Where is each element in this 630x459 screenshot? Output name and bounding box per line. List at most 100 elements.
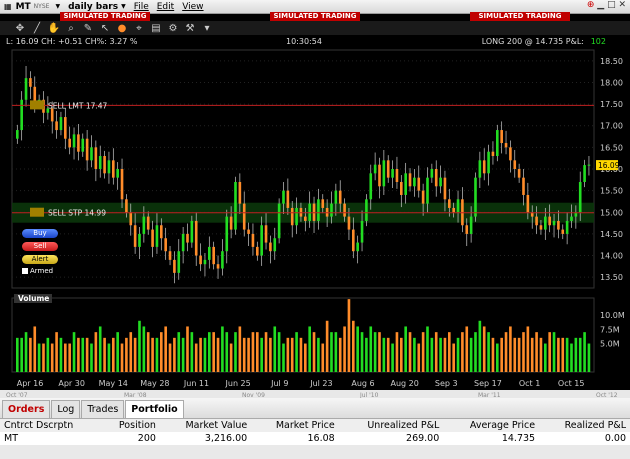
- candle-body: [487, 151, 490, 174]
- candle-body: [408, 173, 412, 187]
- candle-body: [16, 130, 19, 139]
- candle-body: [434, 169, 438, 187]
- column-header[interactable]: Market Value: [159, 419, 252, 432]
- candle-body: [286, 190, 290, 208]
- volume-bar: [16, 337, 19, 372]
- candle-body: [478, 160, 482, 178]
- volume-bar: [426, 326, 429, 372]
- volume-bar: [496, 343, 499, 372]
- volume-bar: [456, 337, 460, 372]
- candle-body: [378, 164, 381, 187]
- volume-bar: [548, 332, 551, 372]
- volume-bar: [517, 337, 521, 372]
- candle-body: [221, 251, 224, 269]
- column-header[interactable]: Cntrct Dscrptn: [0, 419, 102, 432]
- volume-bar: [487, 332, 490, 372]
- volume-bar: [382, 337, 386, 372]
- volume-bar: [164, 326, 167, 372]
- volume-bar: [347, 299, 351, 372]
- candle-body: [290, 207, 294, 226]
- candle-body: [548, 216, 551, 226]
- volume-bar: [321, 343, 325, 372]
- volume-bar: [120, 343, 124, 372]
- volume-bar: [404, 326, 407, 372]
- candle-body: [504, 143, 508, 148]
- candle-body: [360, 220, 364, 243]
- candle-body: [133, 225, 137, 247]
- volume-bar: [129, 332, 133, 372]
- volume-bar: [225, 332, 229, 372]
- candle-body: [173, 259, 176, 273]
- volume-bar: [160, 332, 163, 372]
- candle-body: [59, 117, 63, 131]
- tab-log[interactable]: Log: [51, 400, 81, 418]
- column-header[interactable]: Realized P&L: [539, 419, 630, 432]
- volume-bar: [308, 326, 311, 372]
- column-header[interactable]: Unrealized P&L: [338, 419, 444, 432]
- column-header[interactable]: Average Price: [443, 419, 540, 432]
- volume-bar: [365, 337, 368, 372]
- armed-label: Armed: [30, 267, 54, 275]
- volume-bar: [565, 337, 569, 372]
- volume-bar: [72, 332, 76, 372]
- volume-bar: [168, 343, 172, 372]
- volume-bar: [286, 337, 290, 372]
- candle-body: [24, 78, 28, 100]
- volume-bar: [107, 343, 111, 372]
- order-label: SELL LMT 17.47: [48, 101, 108, 110]
- candle-body: [352, 229, 355, 252]
- volume-bar: [448, 332, 451, 372]
- x-axis-label: Aug 6: [351, 379, 374, 388]
- price-tick-label: 16.50: [600, 143, 623, 152]
- volume-bar: [77, 337, 80, 372]
- table-cell: MT: [0, 432, 102, 445]
- volume-bar: [513, 337, 517, 372]
- price-chart[interactable]: 18.5018.0017.5017.0016.5016.0015.5015.00…: [0, 0, 630, 398]
- sell-button[interactable]: Sell: [22, 242, 58, 251]
- candle-body: [544, 216, 547, 230]
- candle-body: [251, 233, 255, 247]
- volume-bar: [434, 332, 438, 372]
- candle-body: [164, 238, 167, 252]
- volume-bar: [273, 326, 277, 372]
- price-tick-label: 15.00: [600, 208, 623, 217]
- alert-button[interactable]: Alert: [22, 255, 58, 264]
- volume-bar: [461, 332, 464, 372]
- candle-body: [452, 207, 455, 213]
- candle-body: [225, 216, 229, 252]
- overview-strip: [0, 390, 630, 398]
- armed-toggle[interactable]: Armed: [22, 267, 53, 275]
- volume-bar: [155, 337, 159, 372]
- candle-body: [151, 229, 154, 247]
- volume-bar: [64, 343, 67, 372]
- column-header[interactable]: Market Price: [251, 419, 339, 432]
- volume-bar: [413, 337, 416, 372]
- volume-bar: [142, 326, 146, 372]
- candle-body: [587, 164, 591, 166]
- volume-bar: [465, 326, 469, 372]
- candle-body: [304, 216, 307, 221]
- candle-body: [343, 203, 346, 217]
- price-tick-label: 18.50: [600, 57, 623, 66]
- table-row[interactable]: MT 200 3,216.00 16.08 269.00 14.735 0.00: [0, 432, 630, 445]
- volume-bar: [509, 326, 512, 372]
- tab-orders[interactable]: Orders: [2, 400, 51, 418]
- tab-portfolio[interactable]: Portfolio: [125, 400, 184, 418]
- volume-bar: [530, 337, 534, 372]
- price-tick-label: 14.50: [600, 230, 623, 239]
- volume-bar: [452, 343, 455, 372]
- volume-bar: [526, 326, 530, 372]
- tab-trades[interactable]: Trades: [81, 400, 125, 418]
- candle-body: [242, 203, 246, 230]
- table-cell: 14.735: [443, 432, 540, 445]
- candle-body: [125, 199, 128, 213]
- volume-bar: [373, 332, 377, 372]
- candle-body: [64, 117, 67, 139]
- candle-body: [194, 220, 198, 256]
- candle-body: [208, 246, 211, 260]
- armed-checkbox[interactable]: [22, 268, 28, 274]
- volume-bar: [55, 332, 58, 372]
- order-label: SELL STP 14.99: [48, 209, 106, 218]
- buy-button[interactable]: Buy: [22, 229, 58, 238]
- column-header[interactable]: Position: [101, 419, 160, 432]
